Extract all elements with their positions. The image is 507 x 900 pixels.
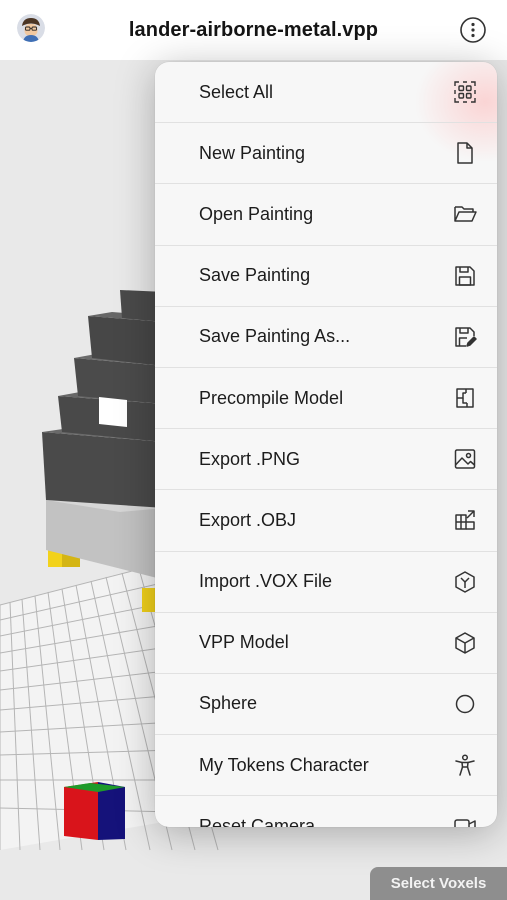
menu-item-label: Sphere <box>199 693 258 714</box>
page-title: lander-airborne-metal.vpp <box>128 18 379 41</box>
menu-item-save-painting-as[interactable]: Save Painting As... <box>155 307 497 368</box>
save-as-icon <box>453 325 477 349</box>
select-all-icon <box>453 80 477 104</box>
image-icon <box>453 447 477 471</box>
character-icon <box>453 753 477 777</box>
menu-item-reset-camera[interactable]: Reset Camera <box>155 796 497 827</box>
menu-item-export-obj[interactable]: Export .OBJ <box>155 490 497 552</box>
menu-item-label: New Painting <box>199 142 306 163</box>
menu-item-new-painting[interactable]: New Painting <box>155 123 497 185</box>
menu-item-label: Select All <box>199 81 274 102</box>
menu-item-label: My Tokens Character <box>199 754 369 775</box>
options-menu: Select All New Painting Open Painting Sa… <box>155 62 497 827</box>
top-bar: lander-airborne-metal.vpp <box>0 0 507 60</box>
precompile-icon <box>453 386 477 410</box>
menu-item-label: Save Painting As... <box>199 326 351 347</box>
menu-item-label: Precompile Model <box>199 387 344 408</box>
menu-item-open-painting[interactable]: Open Painting <box>155 184 497 246</box>
menu-item-import-vox[interactable]: Import .VOX File <box>155 552 497 613</box>
menu-item-sphere[interactable]: Sphere <box>155 674 497 736</box>
menu-item-select-all[interactable]: Select All <box>155 62 497 124</box>
more-options-button[interactable] <box>459 16 487 44</box>
menu-item-label: Reset Camera <box>199 815 316 827</box>
menu-item-precompile-model[interactable]: Precompile Model <box>155 368 497 430</box>
export-obj-icon <box>453 508 477 532</box>
camera-icon <box>453 814 477 827</box>
circle-icon <box>453 692 477 716</box>
menu-item-label: Open Painting <box>199 203 314 224</box>
voxel-model <box>42 290 165 612</box>
menu-item-label: Export .OBJ <box>199 509 297 530</box>
select-voxels-button[interactable]: Select Voxels <box>370 867 507 900</box>
menu-item-vpp-model[interactable]: VPP Model <box>155 613 497 674</box>
menu-item-save-painting[interactable]: Save Painting <box>155 246 497 307</box>
menu-item-my-tokens-character[interactable]: My Tokens Character <box>155 735 497 797</box>
menu-item-label: Export .PNG <box>199 448 301 469</box>
save-icon <box>453 264 477 288</box>
new-file-icon <box>453 141 477 165</box>
menu-item-export-png[interactable]: Export .PNG <box>155 429 497 491</box>
import-vox-icon <box>453 570 477 594</box>
axis-gizmo <box>64 782 125 840</box>
more-icon <box>460 17 486 43</box>
cube-icon <box>453 631 477 655</box>
menu-item-label: Import .VOX File <box>199 571 333 592</box>
avatar[interactable] <box>17 14 45 42</box>
menu-item-label: Save Painting <box>199 265 311 286</box>
folder-icon <box>453 202 477 226</box>
menu-item-label: VPP Model <box>199 632 289 653</box>
